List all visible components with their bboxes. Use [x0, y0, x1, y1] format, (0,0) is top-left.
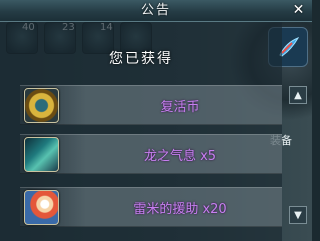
- reward-item-row[interactable]: 龙之气息 x5: [20, 134, 282, 174]
- dragon-breath-icon: [24, 137, 59, 172]
- scroll-up-button[interactable]: ▲: [289, 86, 307, 104]
- reward-item-name: 雷米的援助 x20: [133, 202, 227, 217]
- dialog-title: 公告: [140, 3, 171, 18]
- scroll-down-button[interactable]: ▼: [289, 206, 307, 224]
- obtained-heading: 您已获得: [109, 51, 173, 67]
- dialog-titlebar: 公告 ✕: [0, 0, 312, 22]
- reward-item-row[interactable]: 复活币: [20, 85, 282, 125]
- reward-item-name: 复活币: [160, 100, 200, 115]
- gold-coin-icon: [24, 88, 59, 123]
- close-button[interactable]: ✕: [291, 3, 306, 18]
- reward-item-row[interactable]: 雷米的援助 x20: [20, 187, 282, 227]
- reward-item-name: 龙之气息 x5: [143, 149, 217, 164]
- remy-aid-icon: [24, 190, 59, 225]
